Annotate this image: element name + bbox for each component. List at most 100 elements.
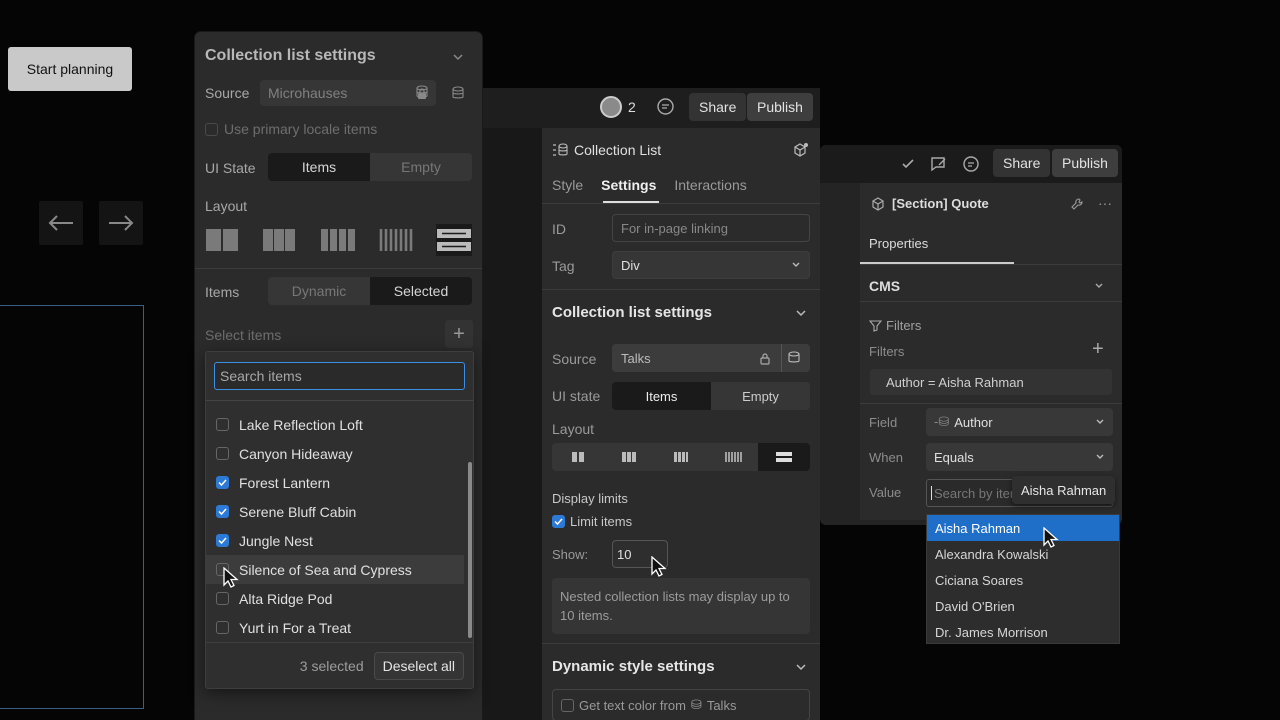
comment-icon[interactable] bbox=[962, 155, 980, 173]
list-item[interactable]: Jungle Nest bbox=[206, 526, 464, 555]
cms-heading[interactable]: CMS bbox=[869, 278, 900, 294]
layout-rows-icon[interactable] bbox=[758, 443, 810, 471]
add-filter-icon[interactable]: + bbox=[1092, 339, 1104, 359]
publish-button-2[interactable]: Publish bbox=[747, 93, 813, 121]
dynamic-style-heading[interactable]: Dynamic style settings bbox=[552, 658, 715, 675]
text-color-source: Talks bbox=[706, 697, 737, 713]
arrow-right-icon bbox=[109, 215, 134, 231]
tab-interactions[interactable]: Interactions bbox=[674, 177, 746, 193]
tab-style[interactable]: Style bbox=[552, 177, 583, 193]
cube-icon bbox=[872, 196, 884, 211]
field-select[interactable]: -⛁ Author bbox=[926, 408, 1113, 436]
wrench-icon[interactable] bbox=[1070, 197, 1084, 211]
list-item[interactable]: Serene Bluff Cabin bbox=[206, 497, 464, 526]
collaborators[interactable]: 2 bbox=[600, 95, 636, 119]
comment-icon[interactable] bbox=[656, 97, 675, 116]
layout-4-col-icon[interactable] bbox=[655, 443, 707, 471]
component-icon[interactable] bbox=[792, 142, 809, 159]
id-input[interactable]: For in-page linking bbox=[612, 214, 810, 242]
tag-select[interactable]: Div bbox=[612, 251, 810, 279]
when-select[interactable]: Equals bbox=[926, 443, 1113, 471]
ui-state-items[interactable]: Items bbox=[268, 153, 370, 181]
text-color-label: Get text color from bbox=[579, 697, 686, 713]
ui-state-empty[interactable]: Empty bbox=[711, 382, 810, 410]
chevron-down-icon[interactable] bbox=[452, 51, 464, 63]
ui-state-empty[interactable]: Empty bbox=[370, 153, 472, 181]
text-color-binding[interactable]: Get text color from ⛁ Talks bbox=[552, 689, 810, 720]
list-item[interactable]: Lake Reflection Loft bbox=[206, 410, 464, 439]
divider bbox=[860, 264, 1122, 265]
primary-locale-checkbox[interactable]: Use primary locale items bbox=[205, 121, 377, 137]
item-label: Serene Bluff Cabin bbox=[239, 503, 357, 520]
layout-label: Layout bbox=[205, 198, 248, 214]
option-item[interactable]: Aisha Rahman bbox=[927, 515, 1119, 541]
publish-button-3[interactable]: Publish bbox=[1052, 149, 1118, 177]
author-options-dropdown: Aisha Rahman Alexandra Kowalski Ciciana … bbox=[926, 514, 1120, 644]
option-item[interactable]: David O'Brien bbox=[927, 593, 1119, 619]
layout-6-col-icon[interactable] bbox=[707, 443, 759, 471]
mouse-cursor-icon bbox=[651, 556, 667, 577]
chevron-down-icon bbox=[792, 262, 800, 267]
collection-list-settings-heading[interactable]: Collection list settings bbox=[552, 304, 712, 321]
option-item[interactable]: Ciciana Soares bbox=[927, 567, 1119, 593]
prev-arrow-button[interactable] bbox=[39, 201, 83, 245]
limit-items-checkbox[interactable]: Limit items bbox=[552, 514, 632, 529]
list-item[interactable]: Alta Ridge Pod bbox=[206, 584, 464, 613]
items-dynamic[interactable]: Dynamic bbox=[268, 277, 370, 305]
layout-6-col-icon[interactable] bbox=[379, 228, 413, 252]
window-2-settings-panel: Collection List Style Settings Interacti… bbox=[542, 128, 820, 720]
tag-value: Div bbox=[621, 257, 640, 273]
layout-2-col-icon[interactable] bbox=[552, 443, 604, 471]
value-placeholder: Search by item bbox=[934, 485, 1021, 501]
item-label: Canyon Hideaway bbox=[239, 445, 353, 462]
deselect-all-button[interactable]: Deselect all bbox=[373, 651, 464, 680]
window-1-title: Collection list settings bbox=[205, 47, 376, 64]
lock-icon bbox=[760, 352, 770, 365]
ui-state-items[interactable]: Items bbox=[612, 382, 711, 410]
items-selected[interactable]: Selected bbox=[370, 277, 472, 305]
filter-chip[interactable]: Author = Aisha Rahman bbox=[870, 369, 1112, 395]
chevron-down-icon[interactable] bbox=[795, 307, 807, 319]
avatar bbox=[600, 96, 622, 118]
divider bbox=[542, 643, 820, 644]
checkbox-unchecked bbox=[216, 447, 229, 460]
checkbox-checked bbox=[216, 505, 229, 518]
list-item[interactable]: Silence of Sea and Cypress bbox=[206, 555, 464, 584]
source-field[interactable]: Talks bbox=[612, 344, 810, 372]
share-button-2[interactable]: Share bbox=[689, 93, 747, 121]
items-label: Items bbox=[205, 284, 240, 300]
tab-properties[interactable]: Properties bbox=[869, 236, 928, 251]
list-item[interactable]: Yurt in For a Treat bbox=[206, 613, 464, 642]
divider bbox=[195, 268, 482, 269]
field-value: Author bbox=[954, 414, 993, 430]
layout-3-col-icon[interactable] bbox=[262, 228, 296, 252]
ui-state-label: UI State bbox=[205, 160, 256, 176]
chevron-down-icon[interactable] bbox=[795, 661, 807, 673]
database-sync-icon[interactable] bbox=[415, 85, 429, 100]
divider bbox=[542, 289, 820, 290]
more-options-icon[interactable]: ··· bbox=[1098, 195, 1112, 211]
comment-approve-icon[interactable] bbox=[930, 156, 948, 172]
chevron-down-icon[interactable] bbox=[1094, 281, 1104, 291]
layout-4-col-icon[interactable] bbox=[320, 228, 356, 252]
layout-2-col-icon[interactable] bbox=[205, 228, 239, 252]
layout-rows-icon[interactable] bbox=[436, 224, 472, 256]
list-item[interactable]: Forest Lantern bbox=[206, 468, 464, 497]
list-scrollbar[interactable] bbox=[468, 462, 472, 638]
source-field[interactable]: Microhauses bbox=[260, 80, 436, 106]
database-settings-icon[interactable] bbox=[451, 86, 465, 101]
filters-heading: Filters bbox=[886, 318, 922, 333]
share-button-3[interactable]: Share bbox=[993, 149, 1051, 177]
tab-settings[interactable]: Settings bbox=[601, 177, 656, 193]
option-item[interactable]: Dr. James Morrison bbox=[927, 619, 1119, 645]
database-sync-icon[interactable] bbox=[787, 351, 801, 365]
layout-3-col-icon[interactable] bbox=[604, 443, 656, 471]
add-item-button[interactable]: + bbox=[445, 320, 473, 348]
search-items-input[interactable]: Search items bbox=[214, 362, 465, 390]
chevron-down-icon bbox=[1096, 454, 1104, 459]
start-planning-button[interactable]: Start planning bbox=[8, 47, 132, 91]
next-arrow-button[interactable] bbox=[99, 201, 143, 245]
option-item[interactable]: Alexandra Kowalski bbox=[927, 541, 1119, 567]
check-icon[interactable] bbox=[900, 156, 916, 172]
list-item[interactable]: Canyon Hideaway bbox=[206, 439, 464, 468]
